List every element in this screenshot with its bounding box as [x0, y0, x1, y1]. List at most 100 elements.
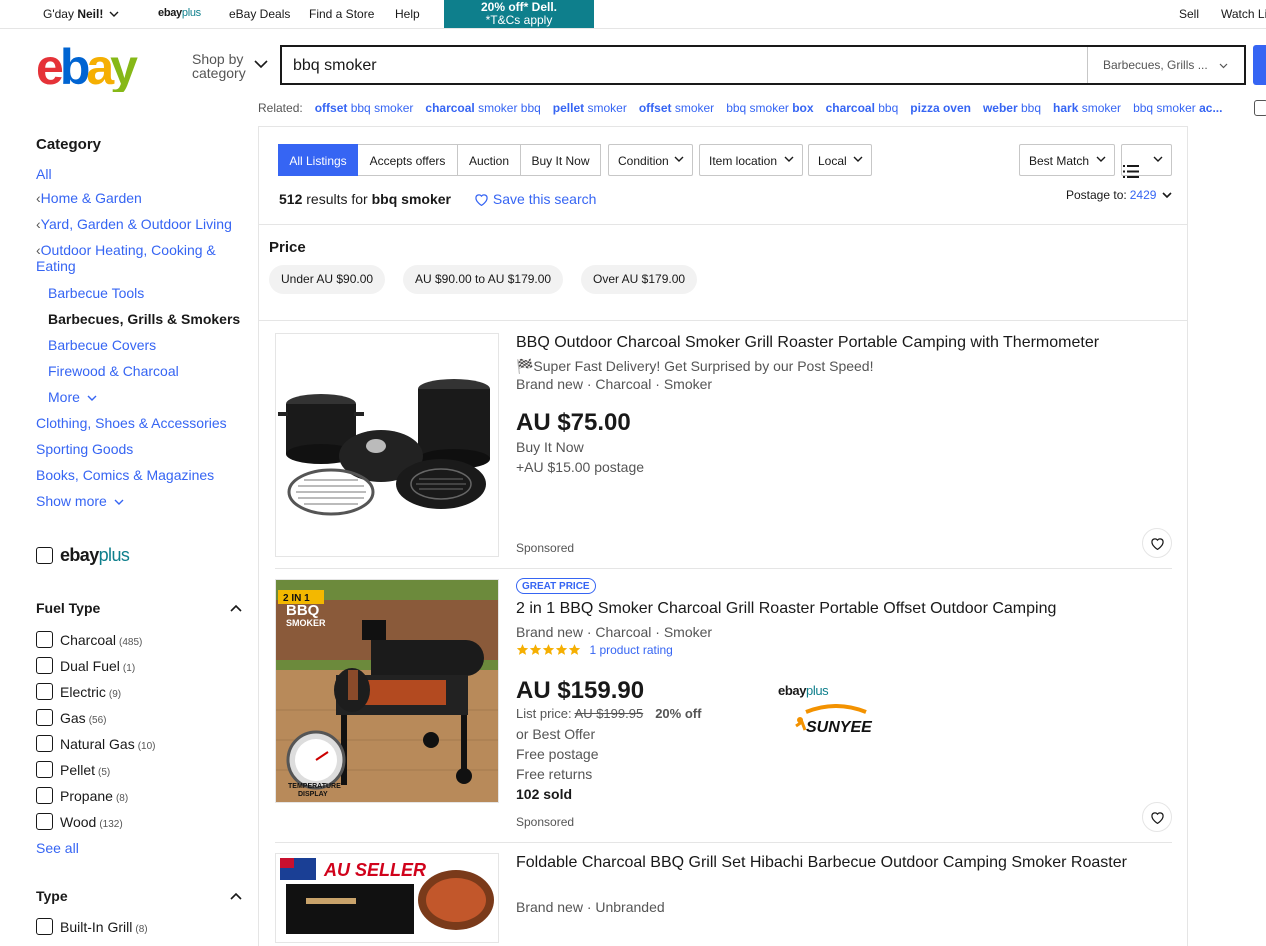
result-count-number: 512	[279, 191, 303, 207]
related-search-link[interactable]: hark smoker	[1053, 101, 1121, 115]
related-search-link[interactable]: charcoal smoker bbq	[425, 101, 540, 115]
chevron-up-icon[interactable]	[230, 604, 242, 612]
save-search-link[interactable]: Save this search	[474, 191, 596, 207]
ebay-deals-link[interactable]: eBay Deals	[229, 7, 290, 21]
heart-icon	[475, 194, 488, 207]
related-bold: pellet	[552, 101, 585, 115]
condition-label: Condition	[618, 154, 669, 168]
fuel-label[interactable]: Propane (8)	[60, 788, 128, 804]
category-clothing[interactable]: Clothing, Shoes & Accessories	[36, 415, 227, 431]
category-books[interactable]: Books, Comics & Magazines	[36, 467, 214, 483]
category-barbecue-covers[interactable]: Barbecue Covers	[48, 337, 156, 353]
related-search-link[interactable]: offset bbq smoker	[315, 101, 414, 115]
find-store-link[interactable]: Find a Store	[309, 7, 374, 21]
local-dropdown[interactable]: Local	[808, 144, 872, 176]
view-toggle-dropdown[interactable]	[1121, 144, 1172, 178]
condition-dropdown[interactable]: Condition	[608, 144, 693, 176]
related-bold: pizza oven	[910, 101, 971, 115]
help-link[interactable]: Help	[395, 7, 420, 21]
tab-auction[interactable]: Auction	[457, 144, 521, 176]
related-search-link[interactable]: pizza oven	[910, 101, 971, 115]
watchlist-link[interactable]: Watch Li	[1221, 7, 1266, 21]
fuel-label[interactable]: Natural Gas (10)	[60, 736, 156, 752]
fuel-label[interactable]: Electric (9)	[60, 684, 121, 700]
see-all-link[interactable]: See all	[36, 840, 79, 856]
fuel-checkbox[interactable]	[36, 735, 53, 752]
price-pill-middle[interactable]: AU $90.00 to AU $179.00	[403, 265, 564, 294]
sort-dropdown[interactable]: Best Match	[1019, 144, 1115, 176]
item-title[interactable]: BBQ Outdoor Charcoal Smoker Grill Roaste…	[516, 332, 1166, 353]
shop-by-category[interactable]: Shop by category	[192, 52, 246, 80]
show-more-link[interactable]: Show more	[36, 493, 124, 509]
ebay-plus-link[interactable]: ebayplus	[158, 7, 201, 19]
search-category-select[interactable]: Barbecues, Grills ...	[1087, 47, 1244, 83]
tab-buy-it-now[interactable]: Buy It Now	[520, 144, 601, 176]
fuel-checkbox[interactable]	[36, 761, 53, 778]
fuel-checkbox[interactable]	[36, 787, 53, 804]
category-all[interactable]: All	[36, 166, 52, 182]
tab-all-listings[interactable]: All Listings	[278, 144, 358, 176]
fuel-label[interactable]: Dual Fuel (1)	[60, 658, 135, 674]
greeting[interactable]: G'day Neil!	[43, 7, 119, 21]
watch-button[interactable]	[1142, 802, 1172, 832]
item-location-dropdown[interactable]: Item location	[699, 144, 803, 176]
related-search-link[interactable]: offset smoker	[639, 101, 714, 115]
watch-button[interactable]	[1142, 528, 1172, 558]
item-title[interactable]: 2 in 1 BBQ Smoker Charcoal Grill Roaster…	[516, 598, 1166, 619]
ebay-plus-b: plus	[181, 7, 201, 19]
promo-line-1: 20% off* Dell.	[480, 0, 558, 14]
related-search-link[interactable]: bbq smoker ac...	[1133, 101, 1222, 115]
type-checkbox-builtin[interactable]	[36, 918, 53, 935]
related-text: bbq smoker	[347, 101, 414, 115]
item-rating[interactable]: 1 product rating	[516, 643, 673, 661]
fuel-checkbox[interactable]	[36, 813, 53, 830]
fuel-label[interactable]: Pellet (5)	[60, 762, 110, 778]
search-input[interactable]	[282, 47, 1095, 85]
type-heading[interactable]: Type	[36, 888, 68, 904]
fuel-checkbox[interactable]	[36, 631, 53, 648]
chevron-down-icon[interactable]	[254, 60, 268, 69]
related-search-link[interactable]: charcoal bbq	[826, 101, 899, 115]
fuel-label[interactable]: Wood (132)	[60, 814, 123, 830]
fuel-checkbox[interactable]	[36, 657, 53, 674]
category-home-garden[interactable]: ‹Home & Garden	[36, 190, 142, 206]
category-more[interactable]: More	[48, 389, 97, 405]
search-button[interactable]	[1253, 45, 1266, 85]
postage-to[interactable]: Postage to: 2429	[1066, 188, 1172, 202]
fuel-checkbox[interactable]	[36, 709, 53, 726]
related-search-link[interactable]: pellet smoker	[553, 101, 627, 115]
ebay-plus-badge-a: ebay	[778, 683, 807, 698]
item-title[interactable]: Foldable Charcoal BBQ Grill Set Hibachi …	[516, 852, 1156, 873]
category-firewood[interactable]: Firewood & Charcoal	[48, 363, 179, 379]
related-search-link[interactable]: weber bbq	[983, 101, 1041, 115]
item-image[interactable]: 2 IN 1 BBQ SMOKER TEMPERATURE DISPLAY	[275, 579, 499, 803]
result-count-text: results for	[302, 191, 372, 207]
item-image[interactable]	[275, 333, 499, 557]
category-barbecue-tools[interactable]: Barbecue Tools	[48, 285, 144, 301]
seller-logo: SUNYEE	[792, 704, 882, 746]
item-condition: Brand new · Unbranded	[516, 899, 665, 915]
item-list-price: List price: AU $199.95 20% off	[516, 706, 701, 721]
image-text-display: DISPLAY	[298, 791, 328, 798]
ebay-logo[interactable]: ebay	[36, 40, 156, 92]
tab-accepts-offers[interactable]: Accepts offers	[358, 144, 458, 176]
ebay-plus-checkbox[interactable]	[36, 547, 53, 564]
price-pill-over[interactable]: Over AU $179.00	[581, 265, 698, 294]
sell-link[interactable]: Sell	[1179, 7, 1199, 21]
svg-text:ebay: ebay	[36, 40, 138, 92]
category-yard[interactable]: ‹Yard, Garden & Outdoor Living	[36, 216, 232, 232]
category-outdoor-heating-line2[interactable]: Eating	[36, 258, 76, 274]
category-outdoor-heating[interactable]: ‹Outdoor Heating, Cooking &	[36, 242, 216, 258]
item-image[interactable]: AU SELLER	[275, 853, 499, 943]
price-pill-under[interactable]: Under AU $90.00	[269, 265, 386, 294]
category-sporting[interactable]: Sporting Goods	[36, 441, 133, 457]
fuel-label[interactable]: Charcoal (485)	[60, 632, 142, 648]
fuel-label[interactable]: Gas (56)	[60, 710, 106, 726]
related-scroll-button[interactable]	[1254, 100, 1266, 116]
related-search-link[interactable]: bbq smoker box	[726, 101, 813, 115]
chevron-up-icon[interactable]	[230, 892, 242, 900]
fuel-type-heading[interactable]: Fuel Type	[36, 600, 100, 616]
fuel-checkbox[interactable]	[36, 683, 53, 700]
promo-line-2: *T&Cs apply	[485, 13, 553, 27]
promo-banner[interactable]: 20% off* Dell. *T&Cs apply	[444, 0, 594, 28]
